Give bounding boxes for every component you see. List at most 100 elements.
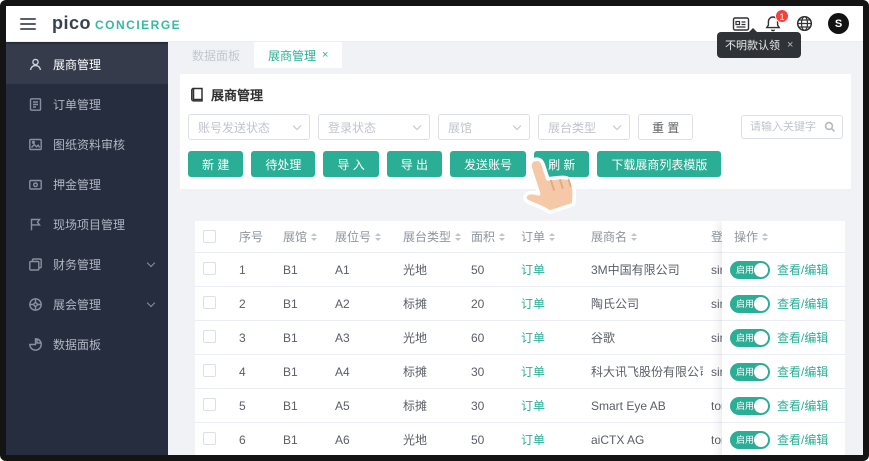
cell-hall: B1 <box>283 296 298 311</box>
header-hall[interactable]: 展馆 <box>275 228 327 245</box>
tab-close-icon[interactable]: × <box>322 49 328 61</box>
sidebar-item-finance-mgmt[interactable]: 财务管理 <box>6 244 168 284</box>
order-link[interactable]: 订单 <box>521 365 545 379</box>
order-link[interactable]: 订单 <box>521 399 545 413</box>
pending-button[interactable]: 待处理 <box>251 151 316 177</box>
sidebar-item-drawing-review[interactable]: 图纸资料审核 <box>6 124 168 164</box>
row-checkbox[interactable] <box>203 261 216 275</box>
exhibition-icon <box>28 297 43 312</box>
filter-row: 账号发送状态 登录状态 展馆 展台类型 重 置 请输入关键字 <box>188 114 843 140</box>
actions-col-body: 启用 查看/编辑 启用 查看/编辑 启用 查看/编辑 启用 查看/编辑 启用 查… <box>722 253 845 455</box>
filter-account-send-status[interactable]: 账号发送状态 <box>188 114 310 140</box>
action-row: 启用 查看/编辑 <box>722 389 845 423</box>
order-link[interactable]: 订单 <box>521 297 545 311</box>
notification-tooltip: 不明款认领 × <box>717 28 802 58</box>
enable-toggle[interactable]: 启用 <box>730 328 770 347</box>
chevron-down-icon <box>146 298 156 307</box>
refresh-button[interactable]: 刷 新 <box>534 151 590 177</box>
enable-toggle[interactable]: 启用 <box>730 294 770 313</box>
menu-icon[interactable] <box>20 17 36 30</box>
user-avatar[interactable]: S <box>828 13 849 34</box>
download-template-button[interactable]: 下载展商列表模版 <box>597 151 722 177</box>
id-card-icon[interactable] <box>732 16 750 32</box>
new-button[interactable]: 新 建 <box>188 151 244 177</box>
select-all-checkbox[interactable] <box>203 230 216 243</box>
enable-toggle[interactable]: 启用 <box>730 430 770 449</box>
action-row: 启用 查看/编辑 <box>722 321 845 355</box>
tooltip-close-icon[interactable]: × <box>787 39 793 51</box>
book-icon <box>191 87 203 102</box>
sidebar-item-deposit-mgmt[interactable]: 押金管理 <box>6 164 168 204</box>
filter-panel: 展商管理 账号发送状态 登录状态 展馆 展台类型 重 置 请输入关键字 新 建 … <box>180 74 851 189</box>
cell-type: 标摊 <box>403 399 428 413</box>
view-edit-link[interactable]: 查看/编辑 <box>777 363 828 380</box>
filter-hall[interactable]: 展馆 <box>438 114 530 140</box>
action-row: 启用 查看/编辑 <box>722 355 845 389</box>
bell-icon[interactable]: 1 <box>765 9 789 32</box>
exhibitor-icon <box>28 57 43 72</box>
send-account-button[interactable]: 发送账号 <box>450 151 527 177</box>
header-seq: 序号 <box>239 230 264 244</box>
main-area: 数据面板 展商管理 × 展商管理 账号发送状态 登录状态 展馆 展台类型 重 置… <box>168 42 863 455</box>
filter-booth-type[interactable]: 展台类型 <box>538 114 630 140</box>
cell-area: 20 <box>471 296 485 311</box>
sidebar-item-exhibition-mgmt[interactable]: 展会管理 <box>6 284 168 324</box>
flag-icon <box>28 217 43 232</box>
tab-data-dashboard[interactable]: 数据面板 <box>178 42 254 68</box>
sidebar-item-exhibitor-mgmt[interactable]: 展商管理 <box>6 44 168 84</box>
view-edit-link[interactable]: 查看/编辑 <box>777 431 828 448</box>
cell-seq: 1 <box>239 262 246 277</box>
row-checkbox[interactable] <box>203 295 216 309</box>
cell-seq: 2 <box>239 296 246 311</box>
cell-hall: B1 <box>283 364 298 379</box>
sidebar-item-onsite-project-mgmt[interactable]: 现场项目管理 <box>6 204 168 244</box>
reset-button[interactable]: 重 置 <box>638 114 694 140</box>
header-type[interactable]: 展台类型 <box>395 228 463 245</box>
sidebar-item-order-mgmt[interactable]: 订单管理 <box>6 84 168 124</box>
sidebar-item-label: 展会管理 <box>53 297 102 312</box>
header-order[interactable]: 订单 <box>513 228 583 245</box>
cell-booth: A1 <box>335 262 350 277</box>
view-edit-link[interactable]: 查看/编辑 <box>777 397 828 414</box>
view-edit-link[interactable]: 查看/编辑 <box>777 261 828 278</box>
view-edit-link[interactable]: 查看/编辑 <box>777 295 828 312</box>
enable-toggle[interactable]: 启用 <box>730 362 770 381</box>
enable-toggle[interactable]: 启用 <box>730 260 770 279</box>
header-area[interactable]: 面积 <box>463 228 513 245</box>
tab-exhibitor-mgmt[interactable]: 展商管理 × <box>254 42 343 68</box>
search-input[interactable] <box>750 121 824 133</box>
enable-toggle[interactable]: 启用 <box>730 396 770 415</box>
keyword-search <box>741 115 843 139</box>
action-row: 启用 查看/编辑 <box>722 423 845 455</box>
row-checkbox[interactable] <box>203 431 216 445</box>
cell-exhibitor-name: 谷歌 <box>591 331 616 345</box>
export-button[interactable]: 导 出 <box>386 151 443 177</box>
order-link[interactable]: 订单 <box>521 263 545 277</box>
tab-label: 数据面板 <box>192 48 241 63</box>
header-booth[interactable]: 展位号 <box>327 228 395 245</box>
order-icon <box>28 97 43 112</box>
sort-icon <box>549 232 556 241</box>
filter-login-status[interactable]: 登录状态 <box>318 114 430 140</box>
header-actions[interactable]: 操作 <box>722 221 845 253</box>
order-link[interactable]: 订单 <box>521 433 545 447</box>
search-icon <box>824 121 835 132</box>
cell-type: 标摊 <box>403 365 428 379</box>
sidebar-item-label: 现场项目管理 <box>53 217 126 232</box>
row-checkbox[interactable] <box>203 329 216 343</box>
sort-icon <box>455 232 462 241</box>
actions-column: 操作 启用 查看/编辑 启用 查看/编辑 启用 查看/编辑 启用 查看/编辑 启… <box>722 221 845 455</box>
cell-area: 30 <box>471 364 485 379</box>
row-checkbox[interactable] <box>203 397 216 411</box>
select-placeholder: 账号发送状态 <box>198 120 271 135</box>
view-edit-link[interactable]: 查看/编辑 <box>777 329 828 346</box>
import-button[interactable]: 导 入 <box>323 151 379 177</box>
finance-icon <box>28 257 43 272</box>
order-link[interactable]: 订单 <box>521 331 545 345</box>
header-name[interactable]: 展商名 <box>583 228 703 245</box>
row-checkbox[interactable] <box>203 363 216 377</box>
sidebar-item-data-dashboard[interactable]: 数据面板 <box>6 324 168 364</box>
cell-type: 光地 <box>403 331 428 345</box>
cell-area: 50 <box>471 262 485 277</box>
globe-icon[interactable] <box>796 15 813 32</box>
